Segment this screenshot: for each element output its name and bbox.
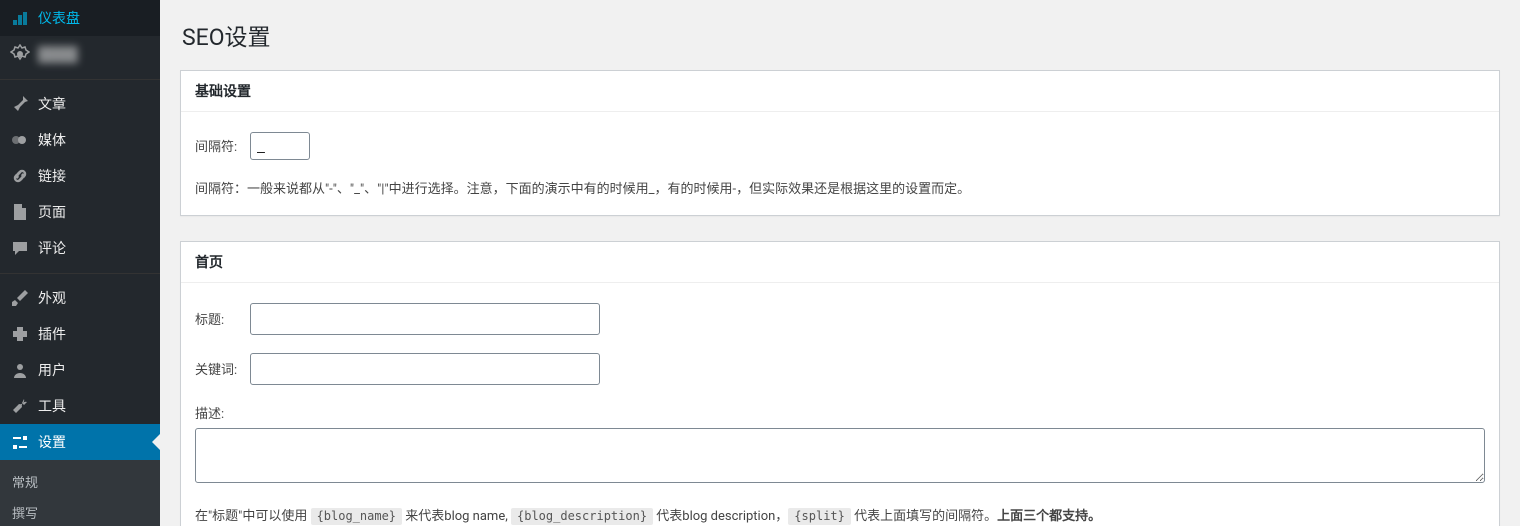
description-label: 描述: [195,403,1485,422]
sidebar-item-label: ████ [38,46,78,63]
separator-help: 间隔符：一般来说都从"-"、"_"、"|"中进行选择。注意，下面的演示中有的时候… [195,178,1485,201]
title-label: 标题: [195,309,250,328]
home-keywords-input[interactable] [250,353,600,385]
sidebar-item-label: 评论 [38,238,66,258]
sidebar-item-label: 用户 [38,360,66,380]
sidebar-item-label: 工具 [38,396,66,416]
home-title-input[interactable] [250,303,600,335]
panel-header: 首页 [181,242,1499,283]
code-tag: {blog_name} [311,508,402,525]
sidebar-item-label: 仪表盘 [38,8,80,28]
plugin-icon [10,324,30,344]
page-title: SEO设置 [182,18,1500,52]
home-help: 在"标题"中可以使用 {blog_name} 来代表blog name, {bl… [195,505,1485,526]
panel-home-settings: 首页 标题: 关键词: 描述: 在"标题"中可以使用 {blog_name} 来… [180,241,1500,526]
media-icon [10,130,30,150]
sidebar-item-label: 媒体 [38,130,66,150]
sidebar-item-label: 链接 [38,166,66,186]
sidebar-item-label: 外观 [38,288,66,308]
sidebar-item-posts[interactable]: 文章 [0,86,160,122]
sidebar-item-tools[interactable]: 工具 [0,388,160,424]
sidebar-item-pages[interactable]: 页面 [0,194,160,230]
gear-icon [10,44,30,64]
sidebar-separator [0,75,160,80]
sidebar-item-comments[interactable]: 评论 [0,230,160,266]
settings-submenu: 常规 撰写 阅读 [0,460,160,526]
page-icon [10,202,30,222]
panel-header: 基础设置 [181,71,1499,112]
separator-input[interactable] [250,132,310,160]
panel-basic-settings: 基础设置 间隔符: 间隔符：一般来说都从"-"、"_"、"|"中进行选择。注意，… [180,70,1500,216]
sidebar-item-label: 设置 [38,432,66,452]
sidebar-item-settings[interactable]: 设置 [0,424,160,460]
sidebar-item-dashboard[interactable]: 仪表盘 [0,0,160,36]
submenu-item-general[interactable]: 常规 [0,466,160,497]
code-tag: {split} [788,508,851,525]
settings-icon [10,432,30,452]
sidebar-item-media[interactable]: 媒体 [0,122,160,158]
sidebar-separator [0,269,160,274]
user-icon [10,360,30,380]
sidebar-item-appearance[interactable]: 外观 [0,280,160,316]
pin-icon [10,94,30,114]
sidebar-item-label: 文章 [38,94,66,114]
dashboard-icon [10,8,30,28]
main-content: SEO设置 基础设置 间隔符: 间隔符：一般来说都从"-"、"_"、"|"中进行… [160,0,1520,526]
comment-icon [10,238,30,258]
sidebar-item-links[interactable]: 链接 [0,158,160,194]
sidebar-item-users[interactable]: 用户 [0,352,160,388]
sidebar-item-site[interactable]: ████ [0,36,160,72]
sidebar-item-label: 插件 [38,324,66,344]
sidebar-item-plugins[interactable]: 插件 [0,316,160,352]
home-description-textarea[interactable] [195,428,1485,483]
admin-sidebar: 仪表盘 ████ 文章 媒体 链接 页面 评论 外观 插件 用户 工具 [0,0,160,526]
sidebar-item-label: 页面 [38,202,66,222]
keywords-label: 关键词: [195,359,250,378]
separator-label: 间隔符: [195,136,250,155]
brush-icon [10,288,30,308]
tools-icon [10,396,30,416]
code-tag: {blog_description} [511,508,653,525]
link-icon [10,166,30,186]
submenu-item-writing[interactable]: 撰写 [0,497,160,526]
